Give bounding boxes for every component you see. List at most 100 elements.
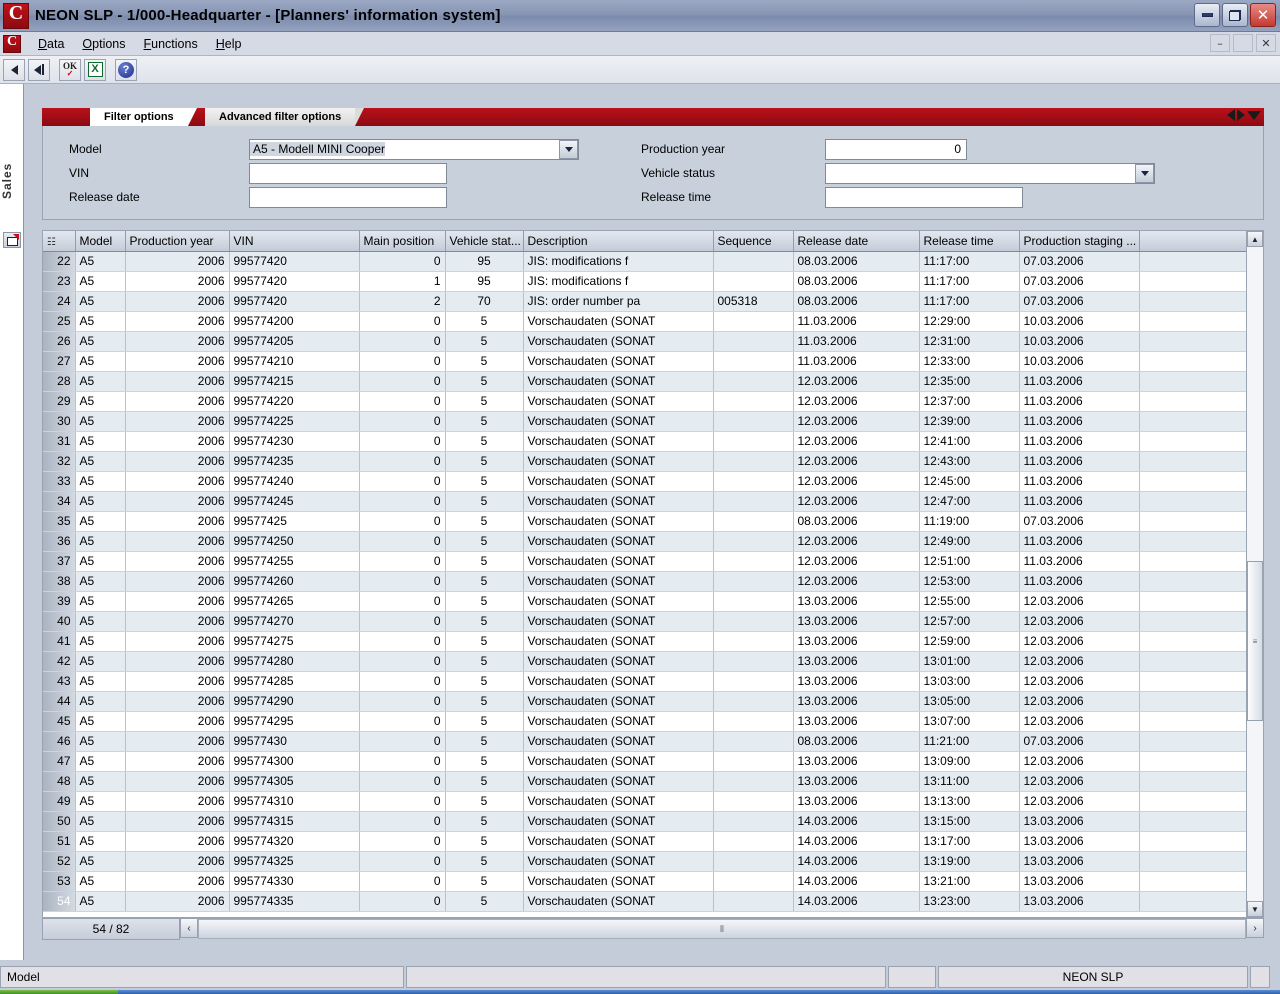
cell-vin[interactable]: 995774255: [229, 551, 360, 572]
window-red-corner-icon[interactable]: [3, 232, 21, 248]
row-number-cell[interactable]: 35: [43, 511, 76, 532]
cell-model[interactable]: A5: [75, 271, 126, 292]
cell-release-date[interactable]: 08.03.2006: [793, 271, 920, 292]
cell-production-year[interactable]: 2006: [125, 791, 230, 812]
cell-vehicle-status[interactable]: 95: [445, 271, 524, 292]
cell-vin[interactable]: 995774235: [229, 451, 360, 472]
column-header-production-staging[interactable]: Production staging ...: [1019, 231, 1140, 252]
cell-production-year[interactable]: 2006: [125, 311, 230, 332]
cell-production-year[interactable]: 2006: [125, 591, 230, 612]
cell-vehicle-status[interactable]: 5: [445, 711, 524, 732]
cell-description[interactable]: Vorschaudaten (SONAT: [523, 351, 714, 372]
cell-model[interactable]: A5: [75, 631, 126, 652]
start-button[interactable]: [0, 990, 118, 994]
cell-release-date[interactable]: 14.03.2006: [793, 831, 920, 852]
cell-description[interactable]: Vorschaudaten (SONAT: [523, 331, 714, 352]
cell-vehicle-status[interactable]: 5: [445, 611, 524, 632]
cell-description[interactable]: Vorschaudaten (SONAT: [523, 611, 714, 632]
cell-sequence[interactable]: [713, 311, 794, 332]
cell-sequence[interactable]: [713, 851, 794, 872]
cell-vehicle-status[interactable]: 70: [445, 291, 524, 312]
cell-production-year[interactable]: 2006: [125, 851, 230, 872]
column-header-release-time[interactable]: Release time: [919, 231, 1020, 252]
table-row[interactable]: 27 A5 2006 995774210 0 5 Vorschaudaten (SONAT 1…: [43, 351, 1247, 372]
cell-release-date[interactable]: 12.03.2006: [793, 451, 920, 472]
cell-vehicle-status[interactable]: 5: [445, 451, 524, 472]
cell-model[interactable]: A5: [75, 711, 126, 732]
cell-release-date[interactable]: 12.03.2006: [793, 391, 920, 412]
menu-item-data[interactable]: Data: [29, 35, 73, 53]
cell-description[interactable]: Vorschaudaten (SONAT: [523, 731, 714, 752]
table-row[interactable]: 38 A5 2006 995774260 0 5 Vorschaudaten (SONAT 1…: [43, 571, 1247, 592]
cell-release-time[interactable]: 12:41:00: [919, 431, 1020, 452]
column-header-release-date[interactable]: Release date: [793, 231, 920, 252]
cell-sequence[interactable]: [713, 611, 794, 632]
scroll-down-button[interactable]: ▼: [1247, 901, 1263, 917]
cell-vehicle-status[interactable]: 5: [445, 731, 524, 752]
table-row[interactable]: 26 A5 2006 995774205 0 5 Vorschaudaten (SONAT 1…: [43, 331, 1247, 352]
table-row[interactable]: 49 A5 2006 995774310 0 5 Vorschaudaten (SONAT 1…: [43, 791, 1247, 812]
cell-vin[interactable]: 995774205: [229, 331, 360, 352]
cell-blank[interactable]: [1139, 591, 1247, 612]
cell-production-staging[interactable]: 12.03.2006: [1019, 751, 1140, 772]
cell-production-staging[interactable]: 12.03.2006: [1019, 651, 1140, 672]
cell-production-staging[interactable]: 13.03.2006: [1019, 871, 1140, 892]
cell-main-position[interactable]: 0: [359, 251, 446, 272]
cell-model[interactable]: A5: [75, 851, 126, 872]
cell-blank[interactable]: [1139, 871, 1247, 892]
cell-model[interactable]: A5: [75, 371, 126, 392]
cell-blank[interactable]: [1139, 631, 1247, 652]
cell-sequence[interactable]: [713, 771, 794, 792]
cell-release-date[interactable]: 14.03.2006: [793, 851, 920, 872]
cell-vehicle-status[interactable]: 5: [445, 591, 524, 612]
cell-main-position[interactable]: 0: [359, 391, 446, 412]
cell-blank[interactable]: [1139, 431, 1247, 452]
cell-release-date[interactable]: 12.03.2006: [793, 551, 920, 572]
cell-vin[interactable]: 99577420: [229, 251, 360, 272]
cell-production-year[interactable]: 2006: [125, 651, 230, 672]
cell-blank[interactable]: [1139, 511, 1247, 532]
cell-main-position[interactable]: 0: [359, 431, 446, 452]
cell-release-time[interactable]: 11:19:00: [919, 511, 1020, 532]
cell-release-time[interactable]: 12:39:00: [919, 411, 1020, 432]
cell-sequence[interactable]: [713, 491, 794, 512]
row-number-cell[interactable]: 45: [43, 711, 76, 732]
cell-production-staging[interactable]: 12.03.2006: [1019, 591, 1140, 612]
cell-sequence[interactable]: [713, 351, 794, 372]
cell-blank[interactable]: [1139, 271, 1247, 292]
cell-model[interactable]: A5: [75, 671, 126, 692]
cell-main-position[interactable]: 0: [359, 731, 446, 752]
cell-release-date[interactable]: 13.03.2006: [793, 671, 920, 692]
model-combo[interactable]: A5 - Modell MINI Cooper: [249, 138, 579, 160]
cell-production-year[interactable]: 2006: [125, 331, 230, 352]
cell-production-staging[interactable]: 13.03.2006: [1019, 851, 1140, 872]
vehicle-status-combo[interactable]: [825, 162, 1155, 184]
cell-production-staging[interactable]: 12.03.2006: [1019, 631, 1140, 652]
cell-main-position[interactable]: 0: [359, 591, 446, 612]
cell-model[interactable]: A5: [75, 571, 126, 592]
vertical-scroll-thumb[interactable]: ≡: [1247, 561, 1263, 721]
menu-item-options[interactable]: Options: [73, 35, 134, 53]
cell-sequence[interactable]: [713, 551, 794, 572]
cell-release-time[interactable]: 12:55:00: [919, 591, 1020, 612]
cell-production-year[interactable]: 2006: [125, 351, 230, 372]
cell-sequence[interactable]: [713, 271, 794, 292]
table-row[interactable]: 51 A5 2006 995774320 0 5 Vorschaudaten (SONAT 1…: [43, 831, 1247, 852]
cell-production-year[interactable]: 2006: [125, 891, 230, 912]
cell-sequence[interactable]: [713, 711, 794, 732]
cell-description[interactable]: Vorschaudaten (SONAT: [523, 631, 714, 652]
cell-description[interactable]: Vorschaudaten (SONAT: [523, 651, 714, 672]
column-header-main-position[interactable]: Main position: [359, 231, 446, 252]
cell-model[interactable]: A5: [75, 291, 126, 312]
row-number-cell[interactable]: 49: [43, 791, 76, 812]
row-number-cell[interactable]: 26: [43, 331, 76, 352]
cell-description[interactable]: Vorschaudaten (SONAT: [523, 471, 714, 492]
table-row[interactable]: 54 A5 2006 995774335 0 5 Vorschaudaten (SONAT 1…: [43, 891, 1247, 912]
row-number-cell[interactable]: 22: [43, 251, 76, 272]
cell-production-year[interactable]: 2006: [125, 811, 230, 832]
cell-vehicle-status[interactable]: 5: [445, 651, 524, 672]
cell-release-time[interactable]: 12:59:00: [919, 631, 1020, 652]
cell-description[interactable]: Vorschaudaten (SONAT: [523, 371, 714, 392]
table-row[interactable]: 35 A5 2006 99577425 0 5 Vorschaudaten (SONAT 08…: [43, 511, 1247, 532]
cell-blank[interactable]: [1139, 891, 1247, 912]
